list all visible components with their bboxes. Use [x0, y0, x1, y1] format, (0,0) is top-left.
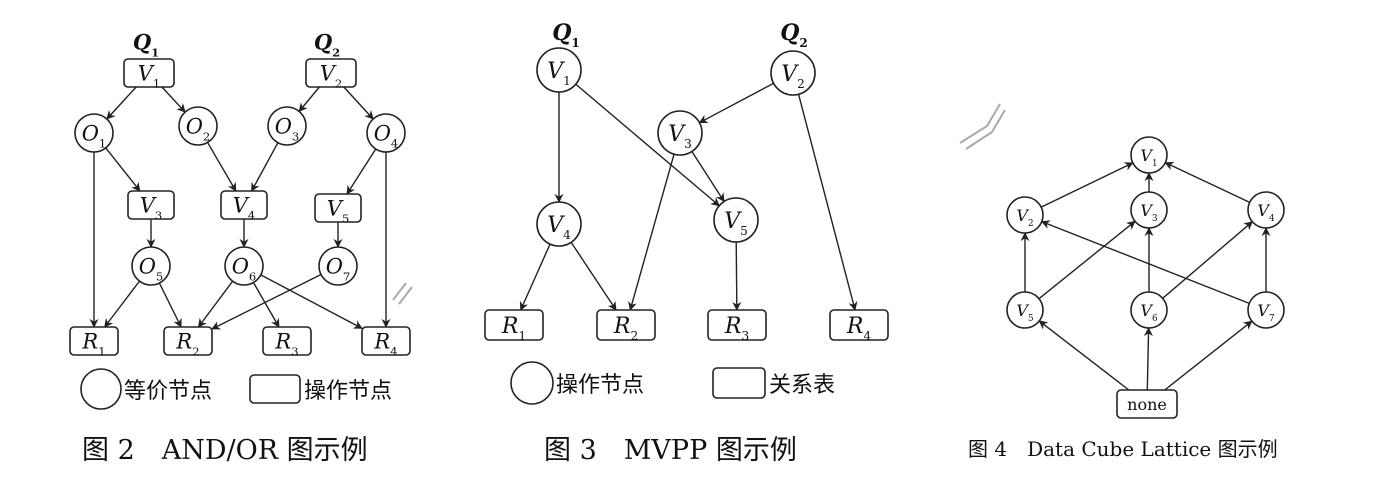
- node-R4: R4: [361, 326, 411, 359]
- figure-3-mvpp-graph: V1 V2 V3 V4 V5 R1 R2 R3 R4 Q1 Q2 操作节点 关系表: [484, 20, 889, 405]
- query-label-Q2: Q2: [780, 20, 808, 50]
- node-V1: V1: [536, 47, 582, 93]
- edge-O6-to-R2: [197, 280, 234, 328]
- edge-O1-to-V3: [105, 147, 141, 192]
- node-O4: O4: [366, 113, 406, 153]
- node-V6: V6: [1130, 291, 1168, 329]
- figures-canvas: V1 V2 O1 O2 O3 O4 V3 V4 V5 O5 O6 O7 R1 R2 R3 R4 Q1 Q2 等价节点…: [69, 20, 1285, 466]
- node-V4: V4: [1247, 191, 1285, 229]
- node-O2: O2: [178, 106, 218, 146]
- node-V3: V3: [657, 110, 703, 156]
- legend-circle-label: 等价节点: [124, 379, 212, 404]
- node-V4: V4: [536, 201, 582, 247]
- legend: 操作节点 关系表: [510, 361, 835, 405]
- figure-2-and-or-graph: V1 V2 O1 O2 O3 O4 V3 V4 V5 O5 O6 O7 R1 R2 R3 R4 Q1 Q2 等价节点…: [69, 30, 411, 410]
- node-V3: V3: [1130, 191, 1168, 229]
- figure-3-caption: 图 3 MVPP 图示例: [544, 435, 797, 466]
- node-O7: O7: [318, 246, 358, 286]
- legend-circle-label: 操作节点: [556, 373, 644, 398]
- edge-V1-to-O1: [106, 86, 137, 120]
- node-R2: R2: [163, 326, 213, 359]
- node-V5: V5: [314, 193, 362, 226]
- node-none: none: [1116, 389, 1178, 419]
- node-O5: O5: [131, 246, 171, 286]
- edge-O7-to-R2: [211, 273, 322, 330]
- edge-V2-to-R4: [797, 94, 858, 311]
- node-R4: R4: [829, 309, 889, 343]
- edge-none-to-V6: [1143, 327, 1153, 391]
- legend-rect-symbol: [249, 374, 301, 404]
- node-V2: V2: [305, 58, 357, 91]
- edge-O4-to-V5: [346, 148, 377, 195]
- node-V5: V5: [713, 197, 759, 243]
- edge-O5-to-R1: [104, 280, 141, 328]
- edge-V7-to-V2: [1040, 220, 1250, 305]
- node-V7: V7: [1247, 291, 1285, 329]
- edge-V2-to-V1: [1040, 162, 1134, 208]
- edge-V5-to-V3: [1038, 220, 1136, 300]
- query-label-Q1: Q1: [133, 30, 159, 60]
- figure-4-data-cube-lattice: V1 V2 V3 V4 V5 V6 V7 none: [1006, 136, 1285, 419]
- scan-mark-2: [959, 103, 1006, 150]
- edge-V5-to-R3: [732, 241, 742, 311]
- figure-2-caption: 图 2 AND/OR 图示例: [82, 435, 368, 466]
- legend-rect-label: 关系表: [769, 373, 835, 398]
- node-V4: V4: [220, 190, 268, 223]
- node-R2: R2: [596, 309, 656, 343]
- node-O1: O1: [74, 113, 114, 153]
- edge-V4-to-V1: [1164, 162, 1251, 203]
- node-none-label: none: [1127, 395, 1167, 414]
- edge-O3-to-V4: [251, 142, 279, 192]
- node-O6: O6: [224, 246, 264, 286]
- node-V2: V2: [770, 50, 816, 96]
- node-V3: V3: [127, 190, 175, 223]
- node-V1: V1: [1130, 136, 1168, 174]
- legend: 等价节点 操作节点: [80, 368, 392, 410]
- edge-V2-to-O3: [298, 86, 320, 113]
- edge-V3-to-V5: [691, 151, 725, 203]
- scan-mark-1: [392, 282, 413, 305]
- edge-V4-to-R2: [570, 241, 617, 311]
- edge-V2-to-O4: [343, 86, 374, 120]
- edge-V1-to-O2: [161, 86, 186, 113]
- edge-O6-to-R3: [252, 282, 280, 328]
- edge-none-to-V7: [1164, 320, 1253, 391]
- edge-V2-to-V3: [698, 82, 774, 124]
- node-R3: R3: [707, 309, 767, 343]
- node-R1: R1: [484, 309, 544, 343]
- node-V1: V1: [123, 58, 175, 91]
- node-V2: V2: [1006, 196, 1044, 234]
- edge-O5-to-R2: [158, 282, 182, 328]
- query-label-Q1: Q1: [552, 20, 580, 50]
- edge-V3-to-R2: [628, 153, 675, 311]
- node-R1: R1: [69, 326, 119, 359]
- node-V5: V5: [1006, 291, 1044, 329]
- node-O3: O3: [267, 106, 307, 146]
- legend-circle-symbol: [80, 368, 122, 410]
- edge-O2-to-V4: [206, 142, 237, 192]
- edge-none-to-V5: [1038, 320, 1130, 391]
- legend-rect-label: 操作节点: [304, 379, 392, 404]
- legend-rect-symbol: [712, 367, 766, 399]
- query-label-Q2: Q2: [314, 30, 340, 60]
- legend-circle-symbol: [510, 361, 554, 405]
- figure-4-caption: 图 4 Data Cube Lattice 图示例: [968, 437, 1278, 461]
- edge-V4-to-R1: [519, 243, 551, 311]
- node-R3: R3: [262, 326, 312, 359]
